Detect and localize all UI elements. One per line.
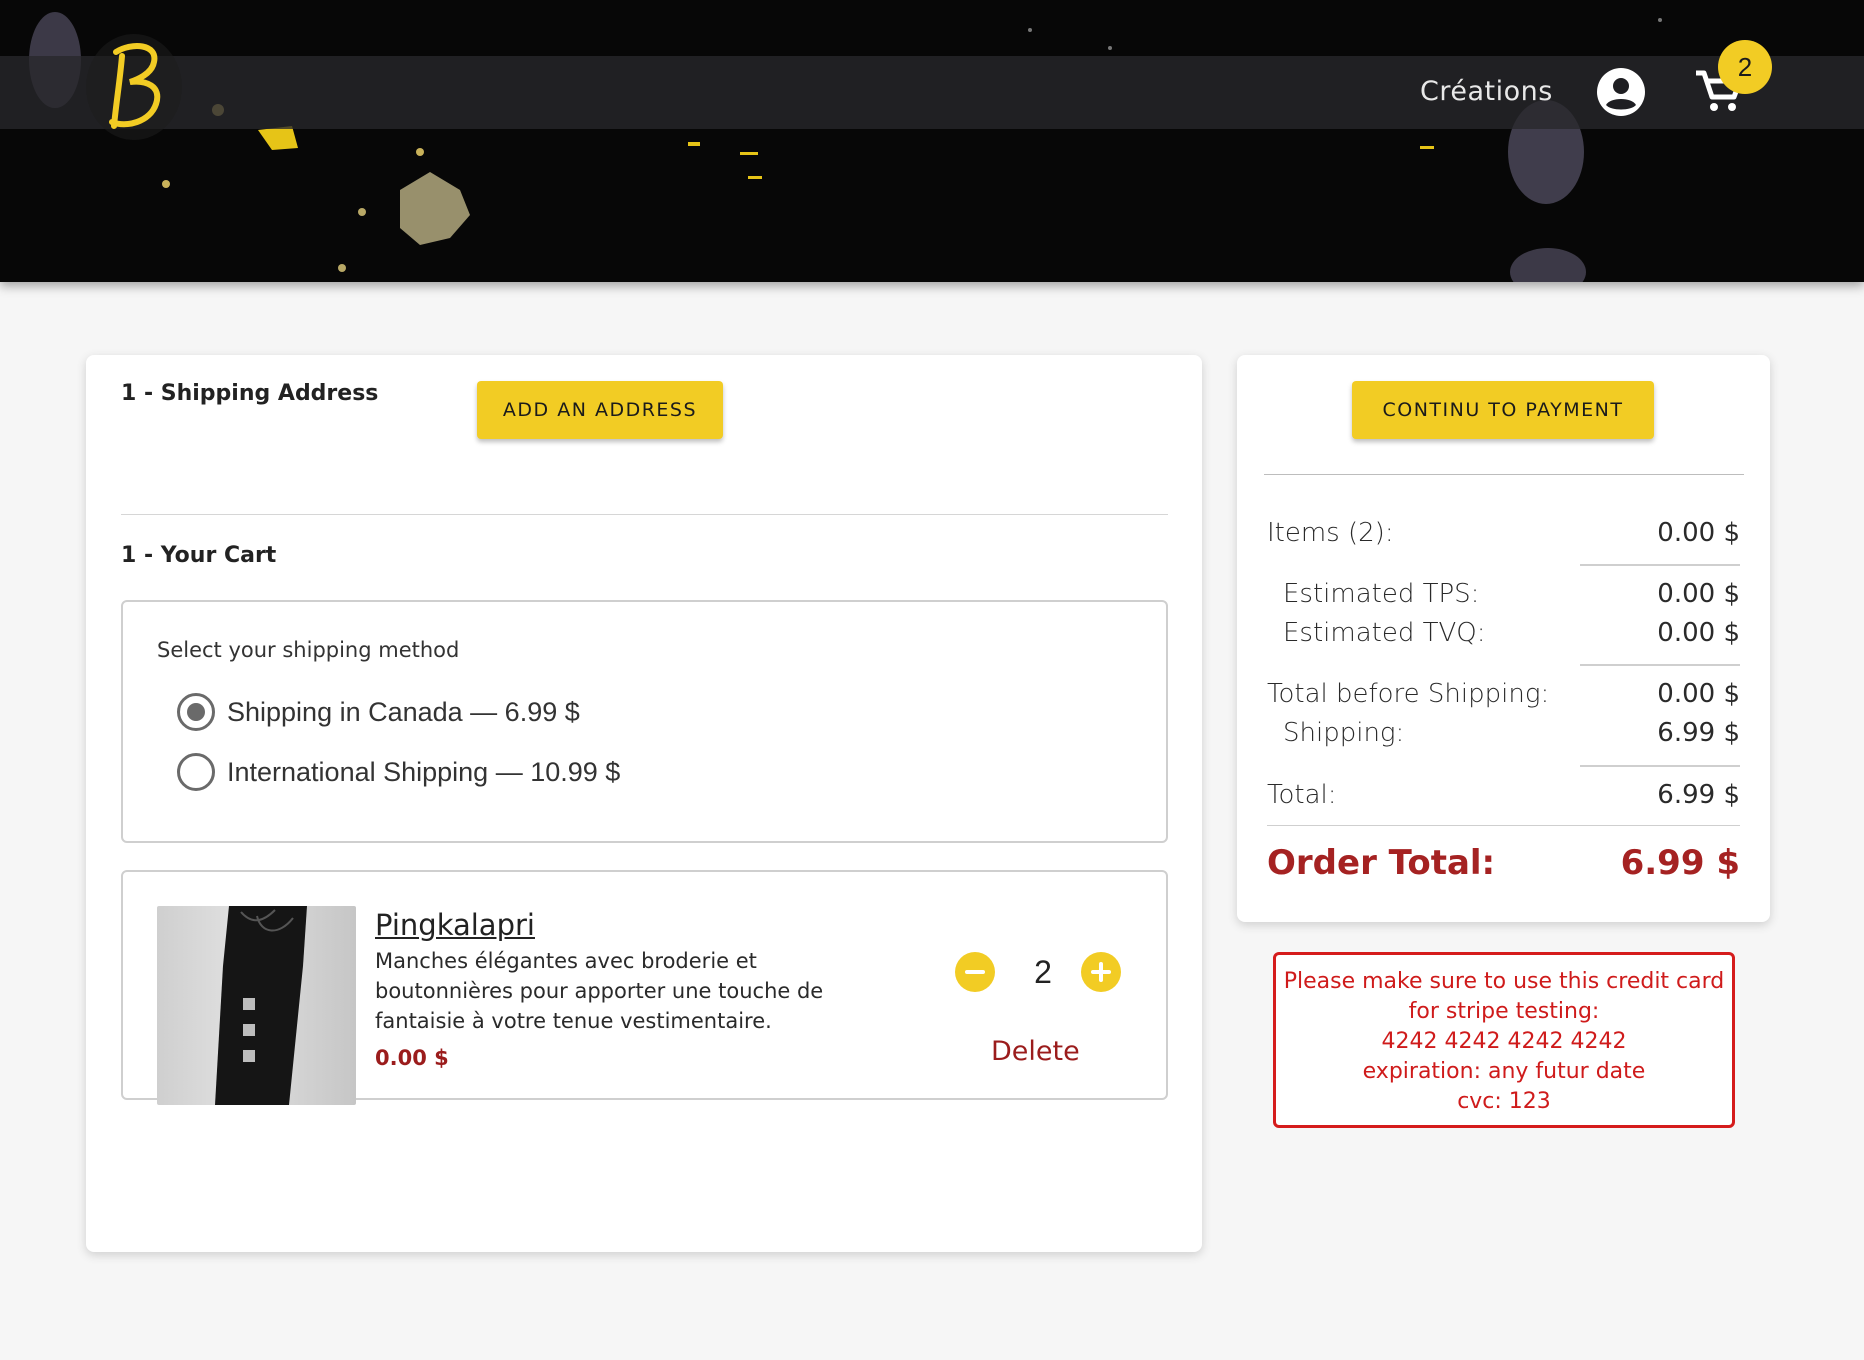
product-name-link[interactable]: Pingkalapri: [375, 908, 535, 942]
nav-creations-link[interactable]: Créations: [1420, 76, 1553, 107]
shipping-option-label: Shipping in Canada — 6.99 $: [227, 696, 580, 727]
tvq-value: 0.00 $: [1657, 618, 1740, 648]
summary-rule: [1580, 765, 1740, 767]
tvq-label: Estimated TVQ:: [1283, 618, 1486, 648]
before-shipping-label: Total before Shipping:: [1267, 679, 1550, 709]
product-description: Manches élégantes avec broderie et bouto…: [375, 949, 824, 1033]
header-banner: [0, 0, 1864, 282]
shipping-option-canada[interactable]: Shipping in Canada — 6.99 $: [177, 693, 580, 731]
summary-rule: [1580, 564, 1740, 566]
product-image: [157, 906, 356, 1105]
order-summary-card: CONTINU TO PAYMENT Items (2): 0.00 $ Est…: [1237, 355, 1770, 922]
your-cart-title: 1 - Your Cart: [121, 543, 277, 568]
radio-unchecked-icon[interactable]: [177, 753, 215, 791]
summary-divider: [1264, 474, 1744, 475]
cart-item: Pingkalapri Manches élégantes avec brode…: [121, 870, 1168, 1105]
notice-line: cvc: 123: [1457, 1089, 1551, 1114]
stripe-test-notice: Please make sure to use this credit card…: [1273, 952, 1735, 1128]
shipping-label: Shipping:: [1283, 718, 1405, 748]
section-divider: [121, 514, 1168, 515]
summary-rule: [1580, 664, 1740, 666]
navbar: [0, 56, 1864, 129]
shipping-address-title: 1 - Shipping Address: [121, 381, 379, 406]
total-value: 6.99 $: [1657, 780, 1740, 810]
summary-divider: [1267, 825, 1740, 826]
add-address-button[interactable]: ADD AN ADDRESS: [477, 381, 723, 439]
b-logo-icon: [109, 43, 161, 129]
checkout-main-card: 1 - Shipping Address ADD AN ADDRESS 1 - …: [86, 355, 1202, 1252]
increase-quantity-button[interactable]: [1081, 952, 1121, 992]
shipping-value: 6.99 $: [1657, 718, 1740, 748]
tps-value: 0.00 $: [1657, 579, 1740, 609]
banner-background: [29, 12, 1662, 282]
before-shipping-value: 0.00 $: [1657, 679, 1740, 709]
items-value: 0.00 $: [1657, 518, 1740, 548]
product-price: 0.00 $: [375, 1046, 449, 1070]
notice-line: for stripe testing:: [1408, 999, 1600, 1024]
continue-to-payment-button[interactable]: CONTINU TO PAYMENT: [1352, 381, 1654, 439]
items-label: Items (2):: [1267, 518, 1394, 548]
quantity-value: 2: [1034, 954, 1052, 990]
shipping-option-international[interactable]: International Shipping — 10.99 $: [177, 753, 620, 791]
total-label: Total:: [1267, 780, 1337, 810]
shipping-method-label: Select your shipping method: [157, 638, 460, 662]
notice-line: expiration: any futur date: [1362, 1059, 1646, 1084]
account-icon[interactable]: [1596, 67, 1646, 117]
notice-line: Please make sure to use this credit card: [1283, 969, 1725, 994]
shipping-method-box: Select your shipping method Shipping in …: [121, 600, 1168, 843]
notice-line: 4242 4242 4242 4242: [1381, 1029, 1627, 1054]
tps-label: Estimated TPS:: [1283, 579, 1480, 609]
brand-logo[interactable]: [86, 34, 182, 140]
order-total-value: 6.99 $: [1620, 843, 1740, 883]
order-total-label: Order Total:: [1267, 843, 1496, 883]
decrease-quantity-button[interactable]: [955, 952, 995, 992]
shipping-option-label: International Shipping — 10.99 $: [227, 756, 621, 787]
delete-item-button[interactable]: Delete: [991, 1036, 1080, 1067]
radio-checked-icon[interactable]: [177, 693, 215, 731]
cart-count-badge: 2: [1718, 40, 1772, 94]
